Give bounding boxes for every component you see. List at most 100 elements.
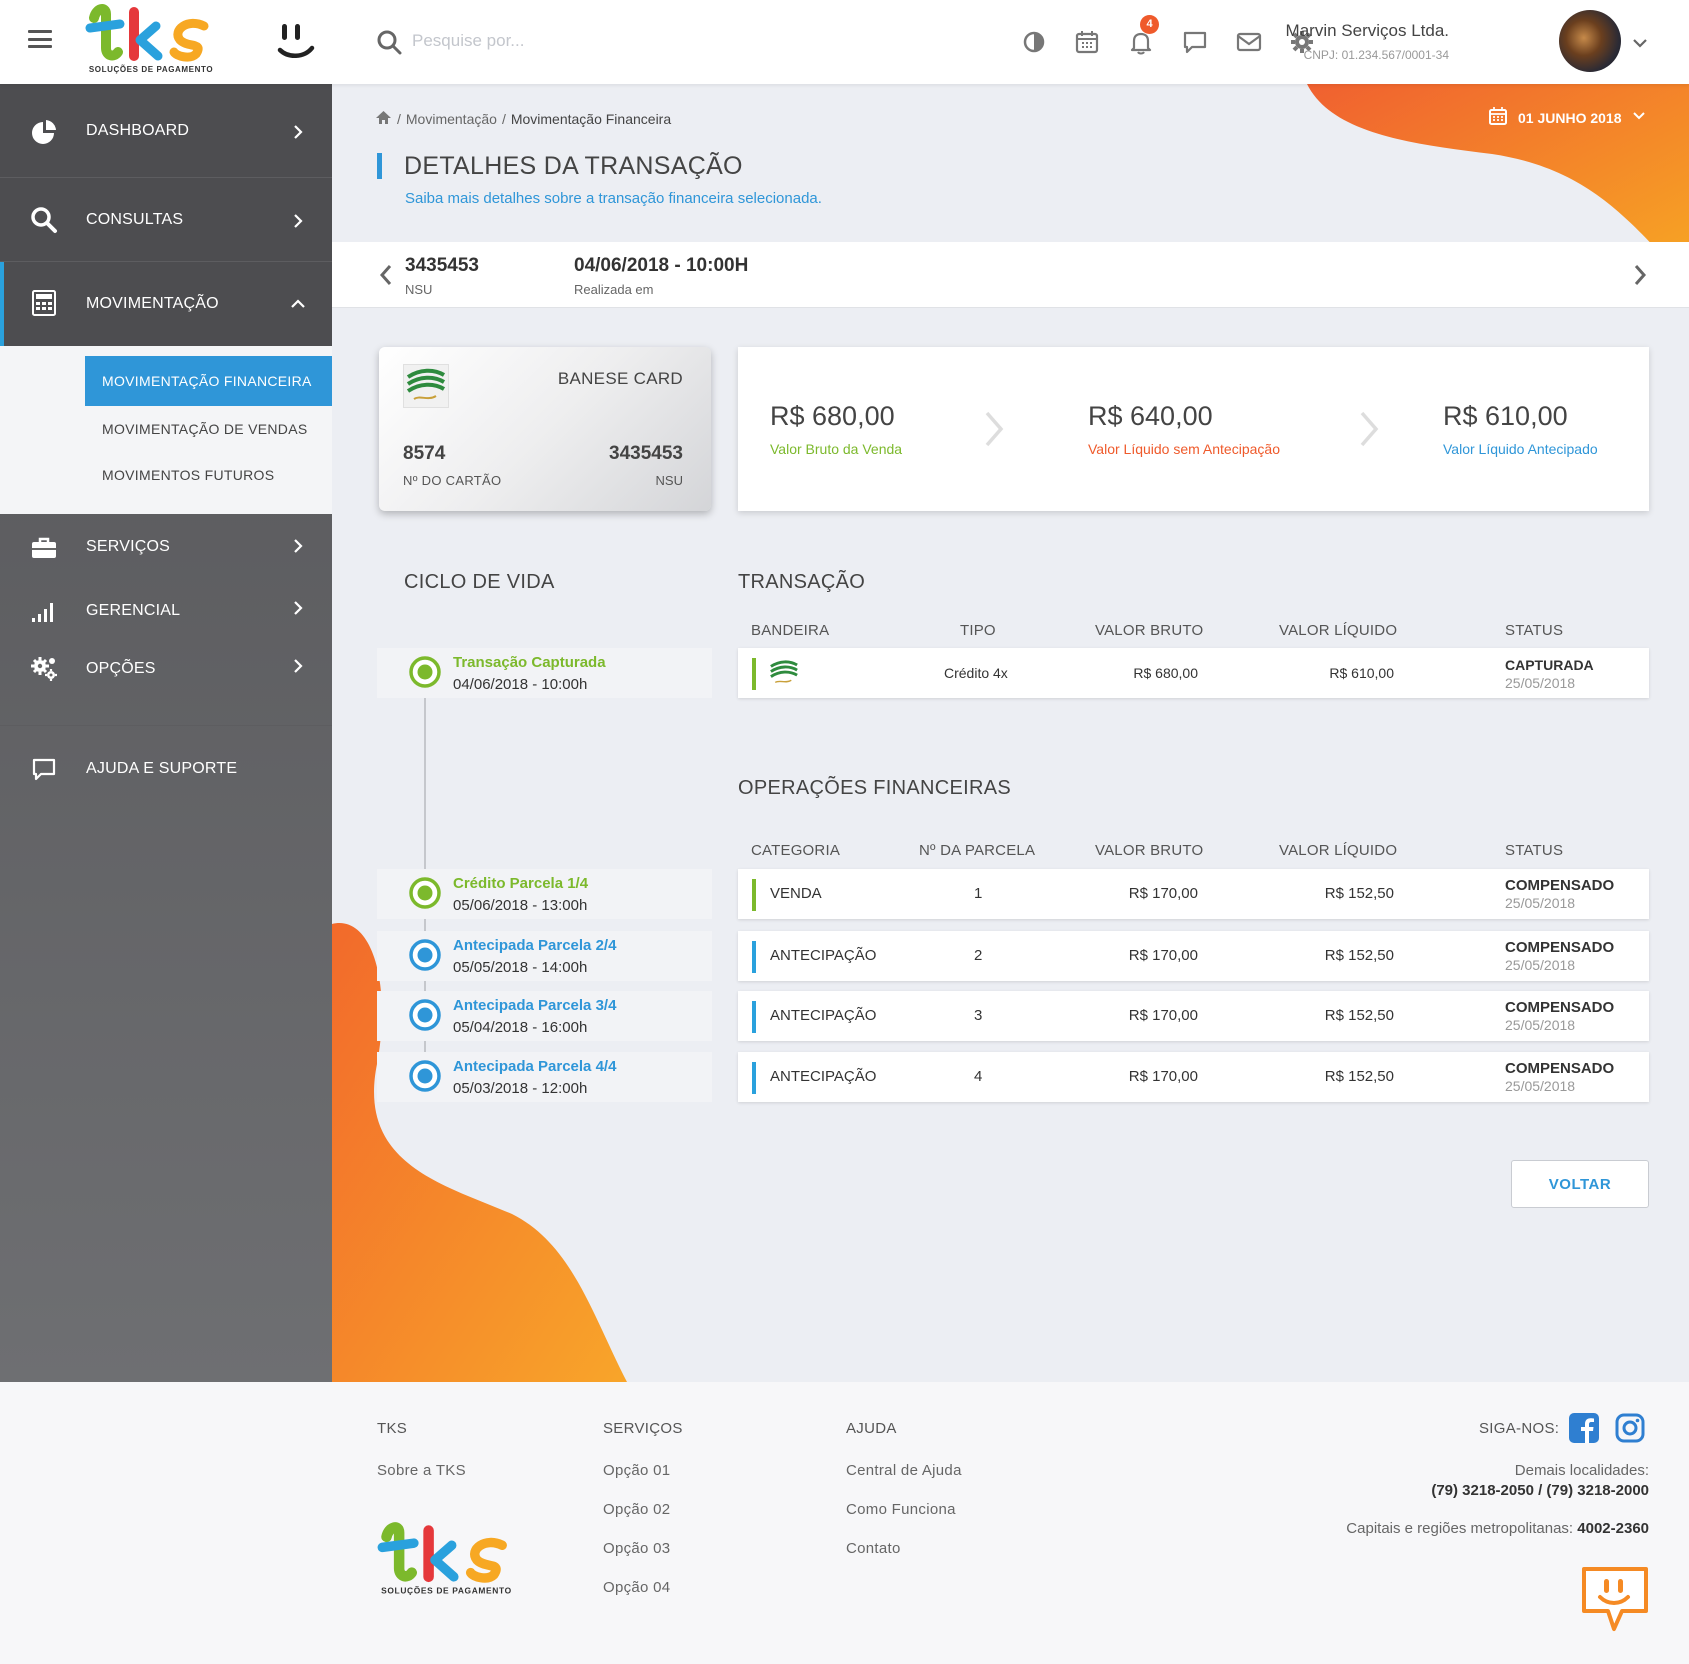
- submenu-item-movimentos-futuros[interactable]: MOVIMENTOS FUTUROS: [85, 450, 332, 500]
- cell-categoria: VENDA: [770, 885, 822, 902]
- cell-tipo: Crédito 4x: [944, 665, 1008, 681]
- sidebar-item-label: SERVIÇOS: [86, 538, 170, 555]
- footer-link[interactable]: Contato: [846, 1540, 901, 1557]
- chevron-up-icon: [290, 296, 306, 312]
- footer-link[interactable]: Como Funciona: [846, 1501, 956, 1518]
- footer-link[interactable]: Opção 02: [603, 1501, 670, 1518]
- chevron-down-icon[interactable]: [1631, 34, 1649, 52]
- sidebar-item-label: DASHBOARD: [86, 122, 190, 139]
- sidebar-item-ajuda[interactable]: AJUDA E SUPORTE: [0, 726, 332, 810]
- footer-link[interactable]: Opção 03: [603, 1540, 670, 1557]
- chevron-right-icon: [290, 658, 306, 674]
- sidebar-item-label: GERENCIAL: [86, 602, 181, 619]
- card-nsu: 3435453: [609, 443, 683, 464]
- sidebar-item-label: OPÇÕES: [86, 660, 156, 677]
- datetime-value: 04/06/2018 - 10:00H: [574, 255, 749, 276]
- tks-logo[interactable]: SOLUÇÕES DE PAGAMENTO: [84, 4, 219, 76]
- sidebar-item-servicos[interactable]: SERVIÇOS: [0, 514, 332, 578]
- row-accent: [752, 879, 756, 911]
- calculator-icon: [30, 289, 58, 317]
- calendar-icon[interactable]: [1073, 28, 1101, 56]
- gross-value-label: Valor Bruto da Venda: [770, 441, 903, 457]
- status-dot-icon: [408, 655, 442, 689]
- date-picker[interactable]: 01 JUNHO 2018: [1488, 106, 1646, 129]
- avatar[interactable]: [1559, 10, 1621, 72]
- status-badge: COMPENSADO: [1505, 939, 1615, 956]
- chat-icon[interactable]: [1181, 28, 1209, 56]
- back-button[interactable]: VOLTAR: [1511, 1160, 1649, 1208]
- tks-logo: SOLUÇÕES DE PAGAMENTO: [376, 1522, 518, 1598]
- submenu-movimentacao: MOVIMENTAÇÃO FINANCEIRA MOVIMENTAÇÃO DE …: [0, 346, 332, 514]
- card-brand: BANESE CARD: [557, 369, 683, 388]
- top-header: SOLUÇÕES DE PAGAMENTO 4 Marvin Serviços …: [0, 0, 1689, 84]
- lifecycle-item-date: 05/05/2018 - 14:00h: [453, 959, 588, 976]
- status-dot-icon: [408, 1059, 442, 1093]
- card-number-label: Nº DO CARTÃO: [403, 473, 502, 488]
- search-input[interactable]: [412, 26, 712, 56]
- row-accent: [752, 658, 756, 690]
- sidebar-item-dashboard[interactable]: DASHBOARD: [0, 84, 332, 178]
- pie-chart-icon: [30, 118, 58, 146]
- submenu-item-movimentacao-vendas[interactable]: MOVIMENTAÇÃO DE VENDAS: [85, 404, 332, 454]
- cell-categoria: ANTECIPAÇÃO: [770, 1068, 877, 1085]
- status-badge: COMPENSADO: [1505, 999, 1615, 1016]
- footer-link[interactable]: Sobre a TKS: [377, 1462, 466, 1479]
- page-subtitle: Saiba mais detalhes sobre a transação fi…: [405, 190, 822, 207]
- sidebar-item-label: MOVIMENTAÇÃO: [86, 295, 219, 312]
- mail-icon[interactable]: [1235, 28, 1263, 56]
- sidebar-item-movimentacao[interactable]: MOVIMENTAÇÃO: [0, 262, 332, 346]
- anticipated-value-label: Valor Líquido Antecipado: [1443, 441, 1598, 457]
- user-name: Marvin Serviços Ltda.: [1285, 21, 1449, 40]
- notification-badge: 4: [1140, 15, 1159, 34]
- status-badge: COMPENSADO: [1505, 1060, 1615, 1077]
- row-accent: [752, 1062, 756, 1094]
- anticipated-value: R$ 610,00: [1443, 401, 1568, 431]
- instagram-icon[interactable]: [1614, 1412, 1646, 1444]
- footer-link[interactable]: Opção 01: [603, 1462, 670, 1479]
- breadcrumb-separator: /: [501, 111, 506, 127]
- contact-capitals-label: Capitais e regiões metropolitanas:: [1346, 1520, 1574, 1537]
- breadcrumb: / Movimentação / Movimentação Financeira: [375, 110, 671, 128]
- table-row[interactable]: ANTECIPAÇÃO 4 R$ 170,00 R$ 152,50 COMPEN…: [738, 1052, 1649, 1102]
- lifecycle-title: CICLO DE VIDA: [404, 571, 555, 593]
- footer-link[interactable]: Central de Ajuda: [846, 1462, 962, 1479]
- lifecycle-item: Antecipada Parcela 2/4 05/05/2018 - 14:0…: [377, 931, 712, 981]
- table-row[interactable]: Crédito 4x R$ 680,00 R$ 610,00 CAPTURADA…: [738, 648, 1649, 698]
- table-row[interactable]: VENDA 1 R$ 170,00 R$ 152,50 COMPENSADO 2…: [738, 869, 1649, 919]
- breadcrumb-movimentacao[interactable]: Movimentação: [406, 111, 497, 127]
- chat-support-icon[interactable]: [1580, 1565, 1650, 1635]
- footer-heading-ajuda: AJUDA: [846, 1420, 897, 1437]
- chevron-right-icon: [290, 124, 306, 140]
- cell-valor-bruto: R$ 680,00: [1133, 665, 1198, 681]
- footer-link[interactable]: Opção 04: [603, 1579, 670, 1596]
- page-title: DETALHES DA TRANSAÇÃO: [404, 152, 743, 180]
- table-row[interactable]: ANTECIPAÇÃO 2 R$ 170,00 R$ 152,50 COMPEN…: [738, 931, 1649, 981]
- banese-card-icon: [768, 657, 800, 689]
- values-summary: R$ 680,00 Valor Bruto da Venda R$ 640,00…: [738, 347, 1649, 511]
- submenu-item-movimentacao-financeira[interactable]: MOVIMENTAÇÃO FINANCEIRA: [85, 356, 332, 406]
- table-row[interactable]: ANTECIPAÇÃO 3 R$ 170,00 R$ 152,50 COMPEN…: [738, 991, 1649, 1041]
- cell-valor-liquido: R$ 610,00: [1329, 665, 1394, 681]
- status-date: 25/05/2018: [1505, 675, 1576, 691]
- facebook-icon[interactable]: [1568, 1412, 1600, 1444]
- lifecycle-item: Crédito Parcela 1/4 05/06/2018 - 13:00h: [377, 869, 712, 919]
- search-icon[interactable]: [376, 29, 402, 55]
- contrast-icon[interactable]: [1020, 28, 1048, 56]
- menu-icon[interactable]: [28, 30, 52, 48]
- sidebar: DASHBOARD CONSULTAS MOVIMENTAÇÃO MOVIMEN…: [0, 84, 332, 1382]
- credit-card: BANESE CARD 8574 Nº DO CARTÃO 3435453 NS…: [379, 347, 711, 511]
- home-icon[interactable]: [375, 110, 392, 128]
- chevron-left-icon[interactable]: [376, 262, 396, 288]
- sidebar-item-opcoes[interactable]: OPÇÕES: [0, 640, 332, 726]
- contact-capitals: Capitais e regiões metropolitanas: 4002-…: [1346, 1520, 1649, 1537]
- active-indicator: [0, 262, 4, 346]
- column-header: Nº DA PARCELA: [919, 842, 1036, 859]
- transaction-nav-bar: [332, 242, 1689, 308]
- chevron-right-icon[interactable]: [1630, 262, 1650, 288]
- sidebar-item-gerencial[interactable]: GERENCIAL: [0, 578, 332, 640]
- sidebar-item-consultas[interactable]: CONSULTAS: [0, 178, 332, 262]
- chevron-down-icon: [1632, 109, 1646, 126]
- column-header: STATUS: [1505, 622, 1564, 639]
- column-header: CATEGORIA: [751, 842, 841, 859]
- cell-parcela: 4: [974, 1068, 983, 1085]
